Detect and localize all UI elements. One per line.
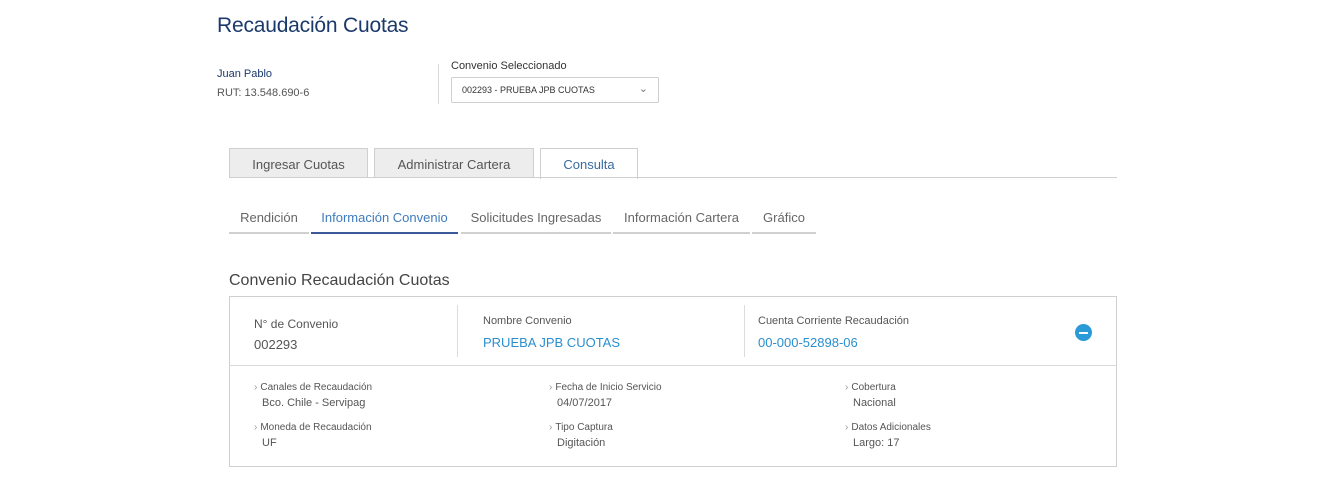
cell-divider bbox=[744, 305, 745, 357]
subtab-rendicion[interactable]: Rendición bbox=[229, 210, 309, 234]
card-divider bbox=[229, 365, 1117, 366]
page-title: Recaudación Cuotas bbox=[217, 14, 409, 37]
moneda-value: UF bbox=[262, 437, 277, 449]
fecha-inicio-value: 04/07/2017 bbox=[557, 397, 613, 409]
cobertura-label: › Cobertura bbox=[845, 382, 896, 393]
chevron-right-icon: › bbox=[845, 422, 849, 433]
subtab-grafico[interactable]: Gráfico bbox=[752, 210, 816, 234]
subtab-informacion-cartera[interactable]: Información Cartera bbox=[613, 210, 750, 234]
tipo-captura-label: › Tipo Captura bbox=[549, 422, 613, 433]
convenio-select[interactable]: 002293 - PRUEBA JPB CUOTAS ⌄ bbox=[451, 77, 659, 103]
subtab-solicitudes-ingresadas[interactable]: Solicitudes Ingresadas bbox=[461, 210, 611, 234]
user-name: Juan Pablo bbox=[217, 68, 273, 80]
header-divider bbox=[438, 64, 439, 104]
canales-label: › Canales de Recaudación bbox=[254, 382, 373, 393]
chevron-right-icon: › bbox=[549, 422, 553, 433]
tabs-baseline bbox=[229, 177, 1117, 178]
canales-value: Bco. Chile - Servipag bbox=[262, 397, 366, 409]
tipo-captura-value: Digitación bbox=[557, 437, 606, 449]
cuenta-corriente-label: Cuenta Corriente Recaudación bbox=[758, 315, 910, 327]
chevron-right-icon: › bbox=[254, 422, 258, 433]
chevron-right-icon: › bbox=[845, 382, 849, 393]
cell-divider bbox=[457, 305, 458, 357]
user-rut: RUT: 13.548.690-6 bbox=[217, 87, 310, 99]
convenio-select-label: Convenio Seleccionado bbox=[451, 60, 567, 72]
convenio-select-value: 002293 - PRUEBA JPB CUOTAS bbox=[462, 85, 595, 95]
tab-administrar-cartera[interactable]: Administrar Cartera bbox=[374, 148, 534, 177]
datos-adicionales-value: Largo: 17 bbox=[853, 437, 900, 449]
cuenta-corriente-value: 00-000-52898-06 bbox=[758, 335, 858, 350]
fecha-inicio-label: › Fecha de Inicio Servicio bbox=[549, 382, 662, 393]
numero-convenio-value: 002293 bbox=[254, 337, 298, 352]
nombre-convenio-label: Nombre Convenio bbox=[483, 315, 572, 327]
chevron-right-icon: › bbox=[549, 382, 553, 393]
chevron-down-icon: ⌄ bbox=[638, 83, 648, 95]
minus-circle-icon[interactable] bbox=[1075, 324, 1092, 341]
nombre-convenio-value: PRUEBA JPB CUOTAS bbox=[483, 335, 621, 350]
numero-convenio-label: N° de Convenio bbox=[254, 317, 339, 331]
cobertura-value: Nacional bbox=[853, 397, 896, 409]
tab-consulta[interactable]: Consulta bbox=[540, 148, 638, 179]
subtab-informacion-convenio[interactable]: Información Convenio bbox=[311, 210, 458, 234]
section-title: Convenio Recaudación Cuotas bbox=[229, 272, 450, 289]
datos-adicionales-label: › Datos Adicionales bbox=[845, 422, 931, 433]
moneda-label: › Moneda de Recaudación bbox=[254, 422, 372, 433]
chevron-right-icon: › bbox=[254, 382, 258, 393]
tab-ingresar-cuotas[interactable]: Ingresar Cuotas bbox=[229, 148, 368, 177]
